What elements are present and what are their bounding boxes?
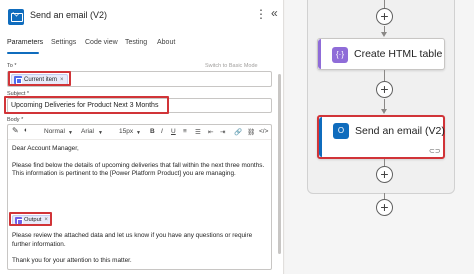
- indent-icon[interactable]: ⇥: [220, 128, 225, 136]
- body-editor[interactable]: ✎ ◐ Normal ▼ Arial ▼ 15px ▼ B I U ≡ ☰ ⇤ …: [7, 124, 272, 270]
- bold-button[interactable]: B: [150, 128, 155, 135]
- card-send-email[interactable]: O Send an email (V2) ⊂⊃: [317, 115, 445, 159]
- highlight-subject: [4, 96, 169, 114]
- editor-toolbar: ✎ ◐ Normal ▼ Arial ▼ 15px ▼ B I U ≡ ☰ ⇤ …: [8, 125, 271, 140]
- card-title: Send an email (V2): [355, 125, 445, 137]
- code-view-icon[interactable]: </>: [259, 128, 268, 135]
- body-content-after: Please review the attached data and let …: [12, 232, 269, 269]
- outlook-icon: [8, 9, 24, 25]
- connector-arrow: [381, 109, 387, 114]
- body-label: Body *: [7, 117, 24, 123]
- tab-about[interactable]: About: [157, 39, 175, 46]
- chevron-down-icon[interactable]: ▼: [68, 130, 73, 136]
- font-size-select[interactable]: 15px: [119, 128, 133, 135]
- link-icon[interactable]: 🔗: [234, 128, 242, 136]
- data-operation-icon: {·}: [332, 47, 348, 63]
- insert-step-plus-icon[interactable]: +: [376, 8, 393, 25]
- to-label: To *: [7, 63, 17, 69]
- outlook-icon: O: [333, 123, 349, 139]
- insert-step-plus-icon[interactable]: +: [376, 199, 393, 216]
- flow-canvas[interactable]: + {·} Create HTML table + O Send an emai…: [285, 0, 474, 274]
- font-select[interactable]: Arial: [81, 128, 94, 135]
- font-color-icon[interactable]: ◐: [24, 127, 28, 134]
- card-accent: [319, 117, 322, 157]
- chevron-down-icon[interactable]: ▼: [98, 130, 103, 136]
- tab-settings[interactable]: Settings: [51, 39, 76, 46]
- highlight-to-token: [8, 71, 71, 86]
- card-accent: [318, 39, 321, 69]
- action-panel: Send an email (V2) ⋮ « Parameters Settin…: [0, 0, 284, 274]
- active-tab-indicator: [7, 52, 39, 54]
- panel-header: Send an email (V2) ⋮ «: [0, 0, 283, 34]
- highlight-output-token: [9, 212, 52, 226]
- unlink-icon[interactable]: ⛓: [247, 128, 255, 136]
- bullet-list-icon[interactable]: ≡: [183, 128, 187, 135]
- panel-title[interactable]: Send an email (V2): [30, 10, 107, 20]
- body-paragraph-1: Please find below the details of upcomin…: [12, 161, 265, 178]
- more-options-icon[interactable]: ⋮: [255, 7, 267, 21]
- chevron-down-icon[interactable]: ▼: [136, 130, 141, 136]
- format-painter-icon[interactable]: ✎: [12, 126, 19, 135]
- body-content: Dear Account Manager, Please find below …: [12, 145, 269, 187]
- outdent-icon[interactable]: ⇤: [208, 128, 213, 136]
- collapse-panel-icon[interactable]: «: [271, 6, 278, 20]
- tab-parameters[interactable]: Parameters: [7, 39, 43, 46]
- insert-step-plus-icon[interactable]: +: [376, 81, 393, 98]
- connector-arrow: [381, 32, 387, 37]
- card-create-html-table[interactable]: {·} Create HTML table: [317, 38, 445, 70]
- panel-scrollbar[interactable]: [278, 34, 281, 270]
- link-icon: ⊂⊃: [429, 148, 441, 155]
- body-greeting: Dear Account Manager,: [12, 145, 79, 152]
- switch-mode-link[interactable]: Switch to Basic Mode: [205, 63, 258, 69]
- tab-code-view[interactable]: Code view: [85, 39, 118, 46]
- insert-step-plus-icon[interactable]: +: [376, 166, 393, 183]
- card-title: Create HTML table: [354, 48, 443, 60]
- body-closing: Thank you for your attention to this mat…: [12, 257, 132, 264]
- numbered-list-icon[interactable]: ☰: [195, 128, 201, 136]
- underline-button[interactable]: U: [171, 128, 176, 135]
- tab-testing[interactable]: Testing: [125, 39, 147, 46]
- italic-button[interactable]: I: [161, 128, 163, 135]
- tab-bar: Parameters Settings Code view Testing Ab…: [0, 36, 283, 54]
- scrollbar-thumb[interactable]: [278, 74, 281, 254]
- body-paragraph-2: Please review the attached data and let …: [12, 232, 253, 248]
- paragraph-format-select[interactable]: Normal: [44, 128, 65, 135]
